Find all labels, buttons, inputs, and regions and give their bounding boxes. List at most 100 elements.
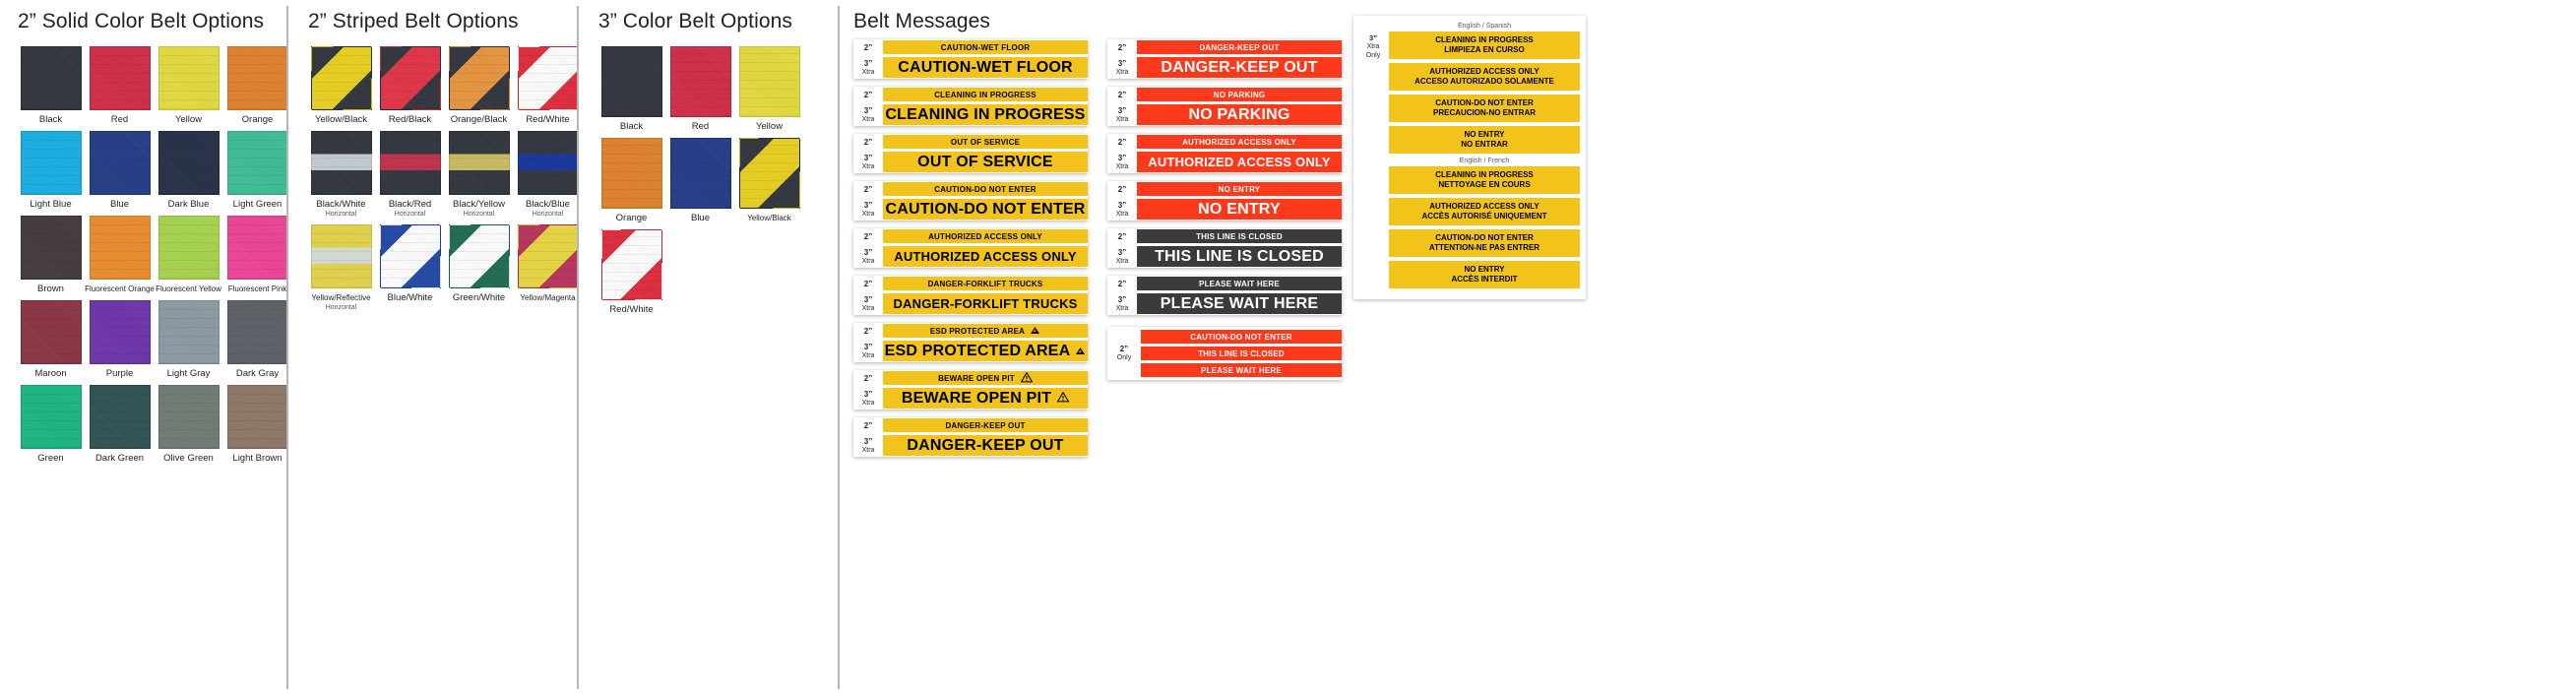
striped-swatch-3[interactable]: Red/White — [515, 46, 581, 131]
solid-swatch-3[interactable]: Orange — [224, 46, 290, 131]
solid-swatch-1[interactable]: Red — [87, 46, 153, 131]
three-inch-swatch-2[interactable]: Yellow — [736, 46, 802, 138]
message-bar-3in[interactable]: CAUTION-WET FLOOR — [883, 57, 1088, 78]
yellow-message-group-6[interactable]: 2” ESD PROTECTED AREA 3” Xtra ESD PROTECTED … — [853, 323, 1088, 362]
solid-swatch-13[interactable]: Purple — [87, 300, 153, 385]
message-bar-3in[interactable]: THIS LINE IS CLOSED — [1137, 246, 1342, 267]
striped-swatch-11[interactable]: Yellow/Magenta — [515, 224, 581, 318]
solid-swatch-8[interactable]: Brown — [18, 216, 84, 300]
three-inch-swatch-5[interactable]: Yellow/Black — [736, 138, 802, 229]
solid-swatch-16[interactable]: Green — [18, 385, 84, 470]
french-message-bar[interactable]: NO ENTRY ACCÈS INTERDIT — [1389, 261, 1580, 288]
solid-swatch-12[interactable]: Maroon — [18, 300, 84, 385]
red-message-group-0[interactable]: 2” DANGER-KEEP OUT 3” Xtra DANGER-KEEP OUT — [1107, 39, 1342, 79]
yellow-message-group-7[interactable]: 2” BEWARE OPEN PIT 3” Xtra BEWARE OPEN PIT — [853, 370, 1088, 410]
solid-swatch-17[interactable]: Dark Green — [87, 385, 153, 470]
message-bar-2in-only[interactable]: CAUTION-DO NOT ENTER — [1141, 330, 1342, 344]
message-bar-2in[interactable]: BEWARE OPEN PIT — [883, 371, 1088, 385]
message-bar-2in[interactable]: PLEASE WAIT HERE — [1137, 277, 1342, 290]
three-inch-swatch-3[interactable]: Orange — [598, 138, 664, 229]
solid-swatch-2[interactable]: Yellow — [156, 46, 221, 131]
solid-swatch-6[interactable]: Dark Blue — [156, 131, 221, 216]
three-inch-swatch-4[interactable]: Blue — [667, 138, 733, 229]
message-bar-3in[interactable]: AUTHORIZED ACCESS ONLY — [883, 246, 1088, 267]
message-bar-3in[interactable]: CLEANING IN PROGRESS — [883, 104, 1088, 125]
solid-swatch-5[interactable]: Blue — [87, 131, 153, 216]
red-message-group-2[interactable]: 2” AUTHORIZED ACCESS ONLY 3” Xtra AUTHORIZED… — [1107, 134, 1342, 173]
french-message-bar[interactable]: CAUTION-DO NOT ENTER ATTENTION-NE PAS ENT… — [1389, 229, 1580, 257]
striped-swatch-5[interactable]: Black/Red Horizontal — [377, 131, 443, 224]
three-inch-swatch-6[interactable]: Red/White — [598, 229, 664, 321]
message-bar-2in[interactable]: DANGER-FORKLIFT TRUCKS — [883, 277, 1088, 290]
message-bar-2in-only[interactable]: THIS LINE IS CLOSED — [1141, 347, 1342, 360]
striped-swatch-1[interactable]: Red/Black — [377, 46, 443, 131]
message-bar-3in[interactable]: ESD PROTECTED AREA — [883, 341, 1088, 361]
striped-swatch-8[interactable]: Yellow/Reflective Horizontal — [308, 224, 374, 318]
message-bar-2in[interactable]: DANGER-KEEP OUT — [1137, 40, 1342, 54]
solid-swatch-4[interactable]: Light Blue — [18, 131, 84, 216]
yellow-message-group-5[interactable]: 2” DANGER-FORKLIFT TRUCKS 3” Xtra DANGER-FOR… — [853, 276, 1088, 315]
solid-swatch-10[interactable]: Fluorescent Yellow — [156, 216, 221, 300]
yellow-message-group-1[interactable]: 2” CLEANING IN PROGRESS 3” Xtra CLEANING IN … — [853, 87, 1088, 126]
two-inch-only-group[interactable]: 2” Only CAUTION-DO NOT ENTER THIS LINE IS C… — [1107, 327, 1342, 380]
message-bar-2in[interactable]: OUT OF SERVICE — [883, 135, 1088, 149]
message-bar-3in[interactable]: NO ENTRY — [1137, 199, 1342, 220]
message-bar-2in[interactable]: NO PARKING — [1137, 88, 1342, 101]
message-bar-3in[interactable]: CAUTION-DO NOT ENTER — [883, 199, 1088, 220]
message-bar-2in[interactable]: CLEANING IN PROGRESS — [883, 88, 1088, 101]
message-bar-3in[interactable]: PLEASE WAIT HERE — [1137, 293, 1342, 314]
message-bar-2in[interactable]: AUTHORIZED ACCESS ONLY — [883, 229, 1088, 243]
striped-swatch-9[interactable]: Blue/White — [377, 224, 443, 318]
solid-swatch-18[interactable]: Olive Green — [156, 385, 221, 470]
message-row-3in: 3” Xtra CLEANING IN PROGRESS — [853, 104, 1088, 125]
message-bar-3in[interactable]: DANGER-FORKLIFT TRUCKS — [883, 293, 1088, 314]
panel-divider — [577, 6, 579, 689]
yellow-message-group-0[interactable]: 2” CAUTION-WET FLOOR 3” Xtra CAUTION-WET FLO… — [853, 39, 1088, 79]
solid-swatch-19[interactable]: Light Brown — [224, 385, 290, 470]
red-message-group-4[interactable]: 2” THIS LINE IS CLOSED 3” Xtra THIS LINE IS … — [1107, 228, 1342, 268]
solid-swatch-9[interactable]: Fluorescent Orange — [85, 216, 155, 300]
message-bar-2in[interactable]: DANGER-KEEP OUT — [883, 418, 1088, 432]
solid-swatch-0[interactable]: Black — [18, 46, 84, 131]
solid-swatch-14[interactable]: Light Gray — [156, 300, 221, 385]
message-bar-3in[interactable]: OUT OF SERVICE — [883, 152, 1088, 172]
message-bar-2in[interactable]: AUTHORIZED ACCESS ONLY — [1137, 135, 1342, 149]
solid-swatch-11[interactable]: Fluorescent Pink — [224, 216, 290, 300]
message-bar-2in[interactable]: ESD PROTECTED AREA — [883, 324, 1088, 338]
message-bar-3in[interactable]: DANGER-KEEP OUT — [883, 435, 1088, 456]
message-bar-3in[interactable]: DANGER-KEEP OUT — [1137, 57, 1342, 78]
red-message-group-1[interactable]: 2” NO PARKING 3” Xtra NO PARKING — [1107, 87, 1342, 126]
striped-swatch-6[interactable]: Black/Yellow Horizontal — [446, 131, 512, 224]
solid-swatch-15[interactable]: Dark Gray — [224, 300, 290, 385]
striped-swatch-0[interactable]: Yellow/Black — [308, 46, 374, 131]
message-bar-2in[interactable]: NO ENTRY — [1137, 182, 1342, 196]
message-bar-3in[interactable]: NO PARKING — [1137, 104, 1342, 125]
spanish-message-bar[interactable]: CLEANING IN PROGRESS LIMPIEZA EN CURSO — [1389, 32, 1580, 59]
three-inch-swatch-1[interactable]: Red — [667, 46, 733, 138]
red-message-group-3[interactable]: 2” NO ENTRY 3” Xtra NO ENTRY — [1107, 181, 1342, 221]
spanish-message-bar[interactable]: AUTHORIZED ACCESS ONLY ACCESO AUTORIZADO … — [1389, 63, 1580, 91]
solid-swatch-7[interactable]: Light Green — [224, 131, 290, 216]
yellow-message-group-3[interactable]: 2” CAUTION-DO NOT ENTER 3” Xtra CAUTION-DO N… — [853, 181, 1088, 221]
striped-swatch-7[interactable]: Black/Blue Horizontal — [515, 131, 581, 224]
striped-swatch-2[interactable]: Orange/Black — [446, 46, 512, 131]
yellow-message-group-2[interactable]: 2” OUT OF SERVICE 3” Xtra OUT OF SERVICE — [853, 134, 1088, 173]
yellow-message-group-4[interactable]: 2” AUTHORIZED ACCESS ONLY 3” Xtra AUTHORIZED… — [853, 228, 1088, 268]
striped-swatch-10[interactable]: Green/White — [446, 224, 512, 318]
striped-swatch-4[interactable]: Black/White Horizontal — [308, 131, 374, 224]
red-message-group-5[interactable]: 2” PLEASE WAIT HERE 3” Xtra PLEASE WAIT HERE — [1107, 276, 1342, 315]
message-bar-2in[interactable]: THIS LINE IS CLOSED — [1137, 229, 1342, 243]
three-inch-swatch-0[interactable]: Black — [598, 46, 664, 138]
french-message-bar[interactable]: CLEANING IN PROGRESS NETTOYAGE EN COURS — [1389, 166, 1580, 194]
bilingual-panel[interactable]: 3” Xtra Only English / Spanish CLEANING IN P… — [1353, 16, 1586, 299]
message-text: DANGER-KEEP OUT — [907, 436, 1064, 454]
french-message-bar[interactable]: AUTHORIZED ACCESS ONLY ACCÈS AUTORISÉ UNI… — [1389, 198, 1580, 225]
spanish-message-bar[interactable]: NO ENTRY NO ENTRAR — [1389, 126, 1580, 154]
message-bar-2in-only[interactable]: PLEASE WAIT HERE — [1141, 363, 1342, 377]
message-bar-2in[interactable]: CAUTION-DO NOT ENTER — [883, 182, 1088, 196]
message-bar-2in[interactable]: CAUTION-WET FLOOR — [883, 40, 1088, 54]
yellow-message-group-8[interactable]: 2” DANGER-KEEP OUT 3” Xtra DANGER-KEEP OUT — [853, 417, 1088, 457]
spanish-message-bar[interactable]: CAUTION-DO NOT ENTER PRECAUCION-NO ENTRAR — [1389, 95, 1580, 122]
message-bar-3in[interactable]: AUTHORIZED ACCESS ONLY — [1137, 152, 1342, 172]
message-bar-3in[interactable]: BEWARE OPEN PIT — [883, 388, 1088, 409]
